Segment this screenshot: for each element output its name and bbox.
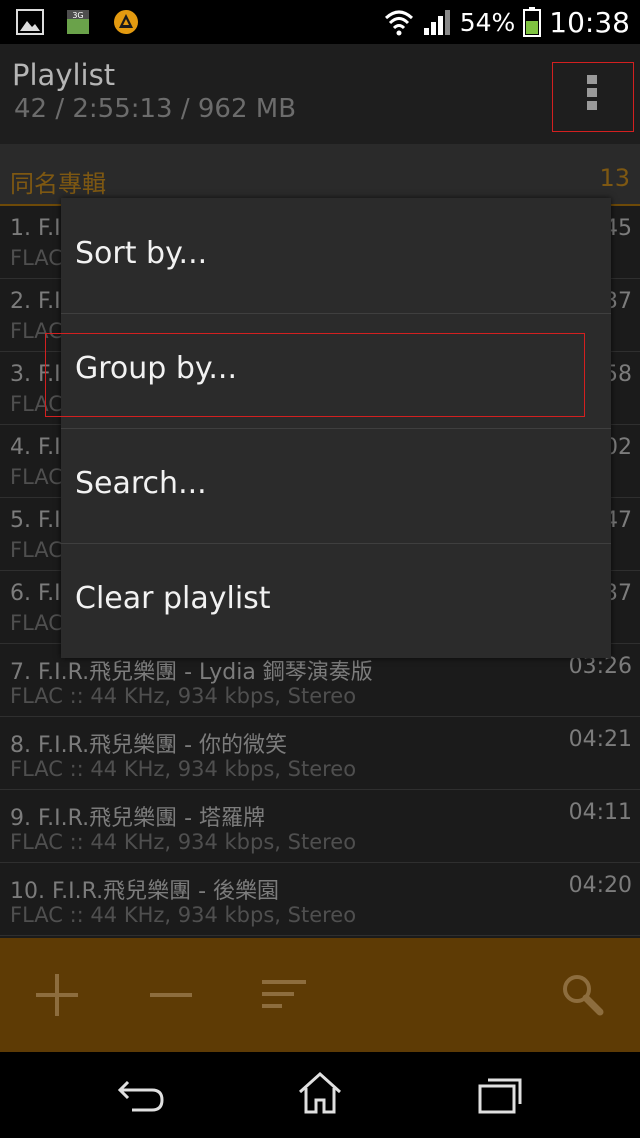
image-icon [16,9,44,35]
list-item[interactable]: 9. F.I.R.飛兒樂團 - 塔羅牌 FLAC :: 44 KHz, 934 … [0,790,640,863]
3g-icon: 3G [67,10,89,34]
track-meta: FLAC :: 44 KHz, 934 kbps, Stereo [10,757,357,781]
track-title: 6. F.I. [10,581,68,606]
track-title: 8. F.I.R.飛兒樂團 - 你的微笑 [10,733,287,758]
track-title: 2. F.I. [10,289,68,314]
navigation-bar [0,1052,640,1138]
track-meta: FLAC :: 44 KHz, 934 kbps, Stereo [10,830,357,854]
track-meta: FLAC :: 44 KHz, 934 kbps, Stereo [10,684,357,708]
back-icon[interactable] [114,1070,170,1116]
track-title: 4. F.I. [10,435,68,460]
status-bar: 3G 54% 10:38 [0,0,640,44]
group-name: 同名專輯 [10,170,106,198]
add-icon[interactable] [32,972,82,1018]
signal-icon [423,10,450,35]
menu-item-label: Sort by... [75,236,208,271]
list-item[interactable]: 10. F.I.R.飛兒樂團 - 後樂園 FLAC :: 44 KHz, 934… [0,863,640,936]
track-title: 9. F.I.R.飛兒樂團 - 塔羅牌 [10,806,265,831]
menu-item-label: Clear playlist [75,581,271,616]
track-meta: FLAC :: 44 KHz, 934 kbps, Stereo [10,903,357,927]
playlist-summary: 42 / 2:55:13 / 962 MB [14,94,297,124]
menu-item-group-by[interactable]: Group by... [61,313,611,428]
group-header[interactable]: 同名專輯 13 [0,144,640,206]
list-item[interactable]: 8. F.I.R.飛兒樂團 - 你的微笑 FLAC :: 44 KHz, 934… [0,717,640,790]
sort-icon[interactable] [258,972,308,1018]
track-title: 7. F.I.R.飛兒樂團 - Lydia 鋼琴演奏版 [10,660,373,685]
wifi-icon [384,10,413,36]
svg-text:3G: 3G [72,11,83,20]
page-title: Playlist [12,58,116,92]
track-meta: FLAC [10,392,63,416]
track-title: 3. F.I. [10,362,68,387]
track-meta: FLAC [10,538,63,562]
track-title: 5. F.I. [10,508,68,533]
menu-item-label: Search... [75,466,207,501]
overflow-popup-menu: Sort by... Group by... Search... Clear p… [61,198,611,658]
remove-icon[interactable] [146,972,196,1018]
track-meta: FLAC [10,319,63,343]
battery-icon [523,7,542,37]
track-title: 1. F.I. [10,216,68,241]
search-icon[interactable] [558,972,608,1018]
bottom-toolbar [0,938,640,1052]
track-title: 10. F.I.R.飛兒樂團 - 後樂園 [10,879,279,904]
menu-item-clear-playlist[interactable]: Clear playlist [61,543,611,658]
playlist-header: Playlist 42 / 2:55:13 / 962 MB [0,44,640,144]
aimp-icon [114,10,138,34]
battery-percent: 54% [459,7,516,37]
track-duration: 04:11 [568,800,632,825]
track-meta: FLAC [10,465,63,489]
menu-item-search[interactable]: Search... [61,428,611,543]
home-icon[interactable] [292,1070,348,1116]
recent-apps-icon[interactable] [472,1070,528,1116]
group-count: 13 [599,164,630,192]
clock: 10:38 [549,5,630,39]
track-duration: 04:21 [568,727,632,752]
track-meta: FLAC [10,611,63,635]
more-vert-icon [587,75,599,115]
menu-item-label: Group by... [75,351,237,386]
menu-item-sort-by[interactable]: Sort by... [61,198,611,313]
track-meta: FLAC [10,246,63,270]
overflow-menu-button[interactable] [552,62,634,132]
track-duration: 04:20 [568,873,632,898]
